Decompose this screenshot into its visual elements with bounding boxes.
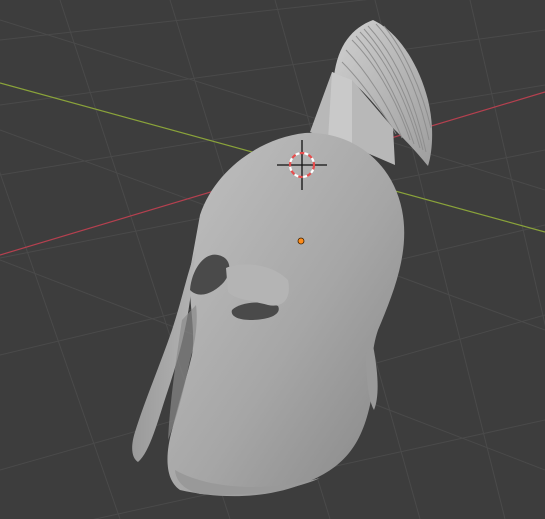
helmet-mesh[interactable] [132,20,433,497]
helmet-shell [167,132,405,497]
object-origin-dot-icon[interactable] [297,237,305,245]
viewport-canvas[interactable] [0,0,545,519]
3d-viewport[interactable] [0,0,545,519]
